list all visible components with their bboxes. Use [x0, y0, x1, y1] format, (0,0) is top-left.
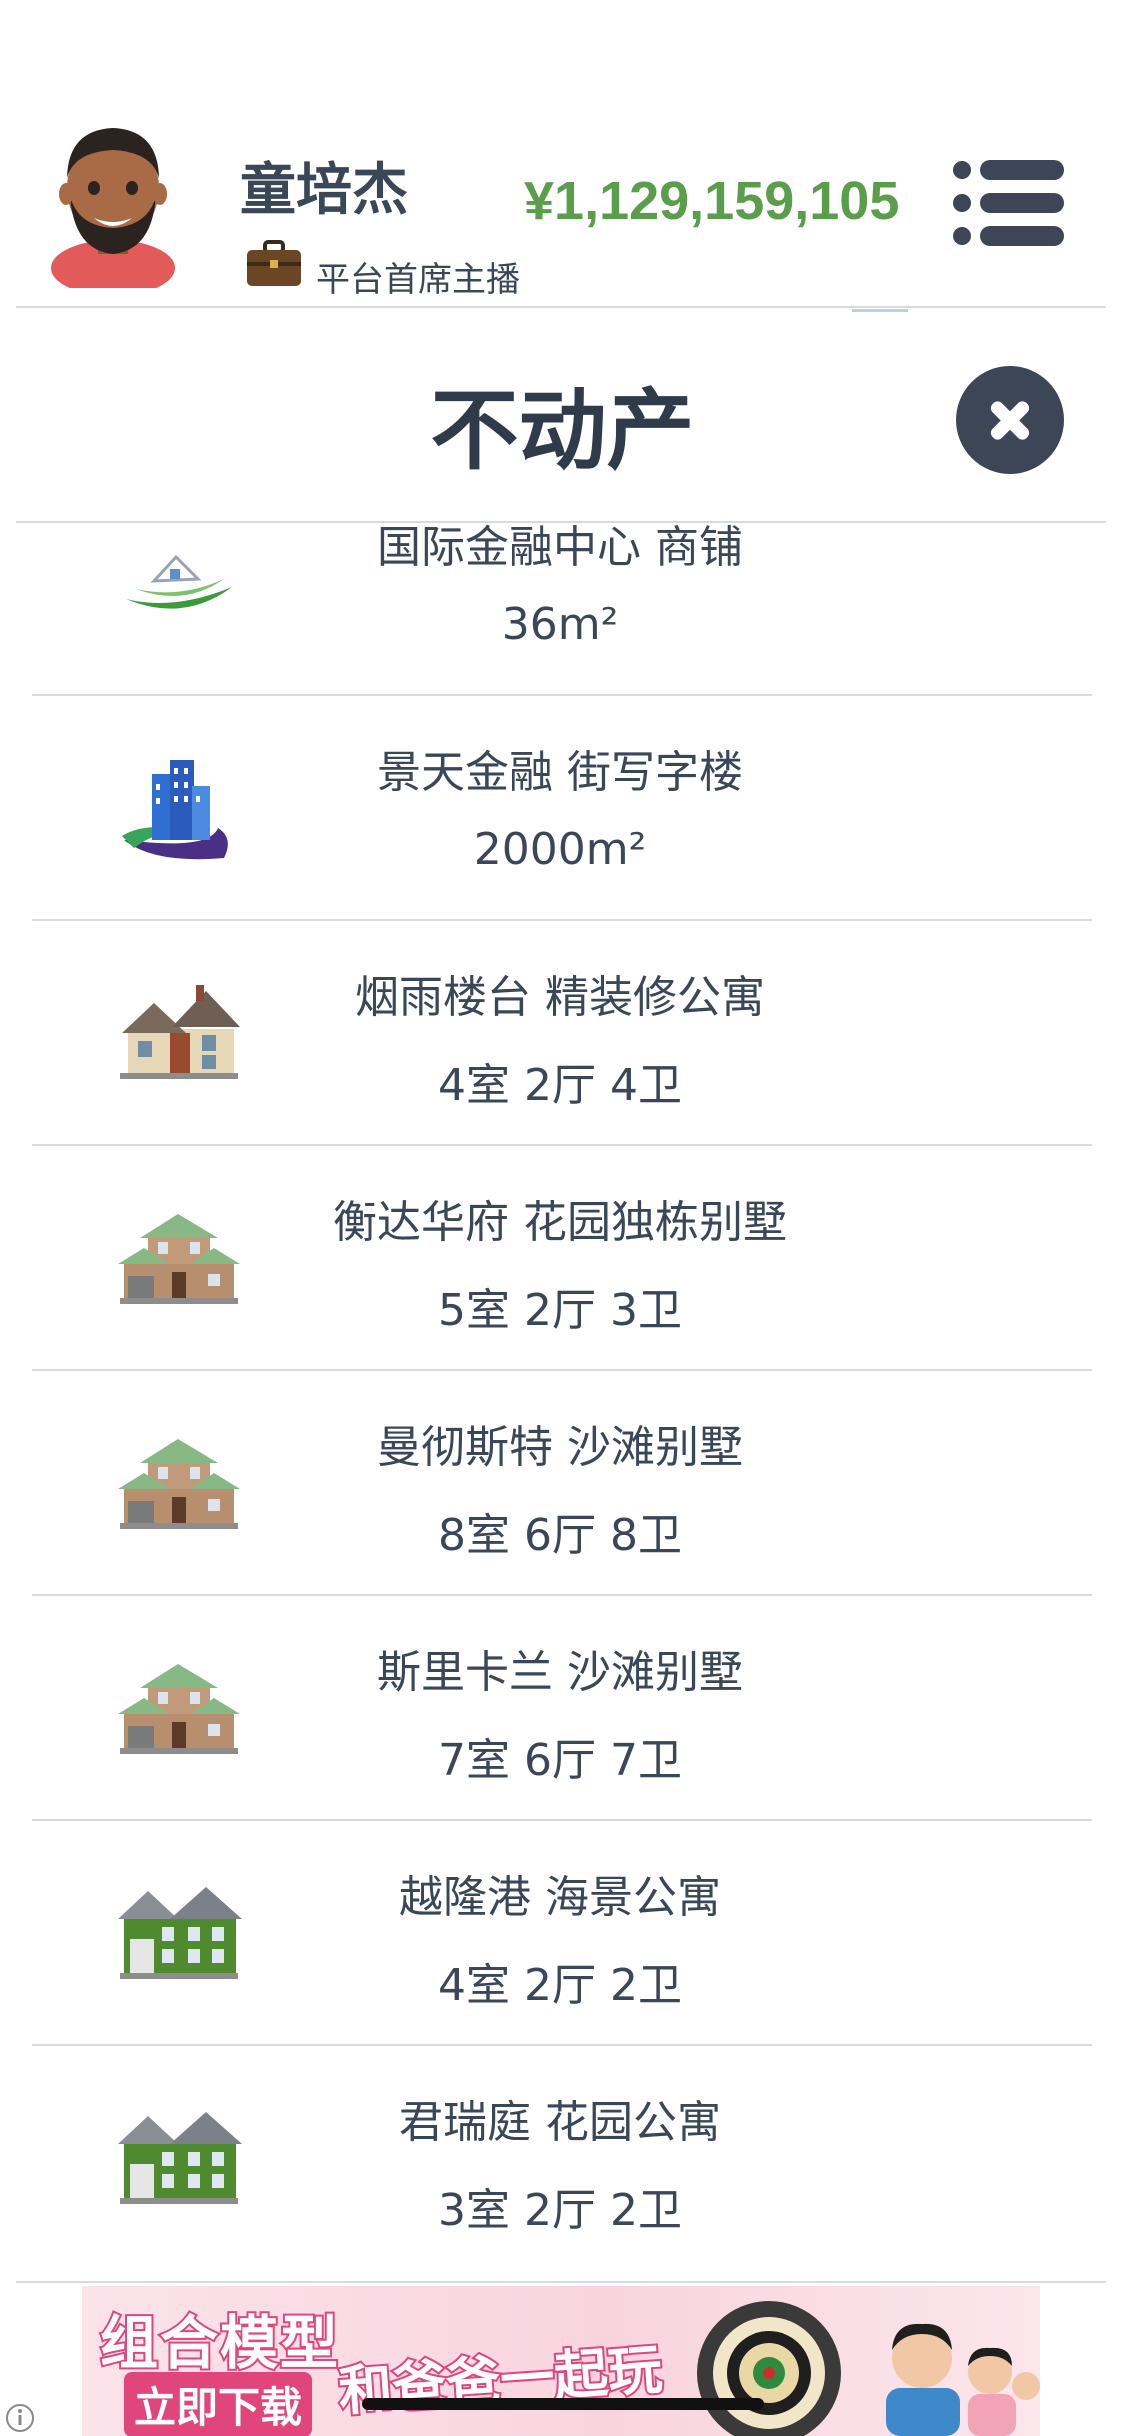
property-name: 景天金融 街写字楼: [377, 747, 743, 798]
player-title: 平台首席主播: [316, 260, 520, 300]
green-house-icon: [118, 1887, 242, 1979]
ad-banner[interactable]: 组合模型 立即下载 和爸爸一起玩: [82, 2286, 1040, 2436]
property-item[interactable]: 越隆港 海景公寓 4室 2厅 2卫: [0, 1821, 1125, 2046]
tab-marker: [852, 309, 908, 312]
ad-slogan: 和爸爸一起玩: [335, 2336, 667, 2425]
property-name: 国际金融中心 商铺: [377, 523, 743, 573]
ad-divider: [16, 2281, 1106, 2283]
close-button[interactable]: [956, 366, 1064, 474]
property-detail: 4室 2厅 2卫: [438, 1960, 682, 2011]
player-name: 童培杰: [240, 158, 408, 223]
property-item[interactable]: 景天金融 街写字楼 2000m²: [0, 696, 1125, 921]
property-item[interactable]: 君瑞庭 花园公寓 3室 2厅 2卫: [0, 2046, 1125, 2271]
property-detail: 3室 2厅 2卫: [438, 2185, 682, 2236]
property-item[interactable]: 斯里卡兰 沙滩别墅 7室 6厅 7卫: [0, 1596, 1125, 1821]
property-detail: 2000m²: [473, 824, 647, 875]
property-detail: 7室 6厅 7卫: [438, 1735, 682, 1786]
family-photo: [886, 2323, 1040, 2436]
office-building-icon: [122, 760, 228, 860]
property-detail: 5室 2厅 3卫: [438, 1285, 682, 1336]
property-detail: 8室 6厅 8卫: [438, 1510, 682, 1561]
ad-download-label: 立即下载: [124, 2372, 313, 2436]
money-balance: ¥1,129,159,105: [524, 171, 900, 231]
player-header: 童培杰 平台首席主播 ¥1,129,159,105: [0, 0, 1125, 312]
property-list-content: 国际金融中心 商铺 36m² 景天金融 街写字楼 2000m² 烟雨楼台 精装修…: [0, 523, 1125, 2271]
property-list[interactable]: 国际金融中心 商铺 36m² 景天金融 街写字楼 2000m² 烟雨楼台 精装修…: [0, 523, 1125, 2281]
briefcase-icon: [247, 240, 301, 286]
villa-icon: [118, 1214, 240, 1304]
villa-icon: [118, 1664, 240, 1754]
villa-icon: [118, 1439, 240, 1529]
menu-icon[interactable]: [952, 158, 1066, 248]
property-name: 烟雨楼台 精装修公寓: [355, 972, 765, 1023]
property-name: 越隆港 海景公寓: [399, 1872, 721, 1923]
info-icon[interactable]: [0, 2398, 40, 2436]
property-name: 曼彻斯特 沙滩别墅: [377, 1422, 743, 1473]
home-indicator[interactable]: [362, 2398, 764, 2410]
property-name: 衡达华府 花园独栋别墅: [333, 1197, 787, 1248]
real-estate-screen: 童培杰 平台首席主播 ¥1,129,159,105 不动产 国际金融中心 商铺 …: [0, 0, 1125, 2436]
property-name: 斯里卡兰 沙滩别墅: [377, 1647, 743, 1698]
property-detail: 36m²: [501, 599, 619, 650]
property-name: 君瑞庭 花园公寓: [399, 2097, 721, 2148]
property-item[interactable]: 烟雨楼台 精装修公寓 4室 2厅 4卫: [0, 921, 1125, 1146]
property-detail: 4室 2厅 4卫: [438, 1060, 682, 1111]
header-divider: [16, 306, 1106, 308]
property-item[interactable]: 衡达华府 花园独栋别墅 5室 2厅 3卫: [0, 1146, 1125, 1371]
dartboard-icon: [697, 2301, 841, 2436]
shop-house-icon: [126, 554, 232, 609]
property-item[interactable]: 国际金融中心 商铺 36m²: [0, 523, 1125, 696]
ad-headline: 组合模型: [98, 2307, 341, 2379]
avatar[interactable]: [44, 118, 182, 288]
green-house-icon: [118, 2112, 242, 2204]
property-item[interactable]: 曼彻斯特 沙滩别墅 8室 6厅 8卫: [0, 1371, 1125, 1596]
brick-house-icon: [120, 985, 240, 1079]
